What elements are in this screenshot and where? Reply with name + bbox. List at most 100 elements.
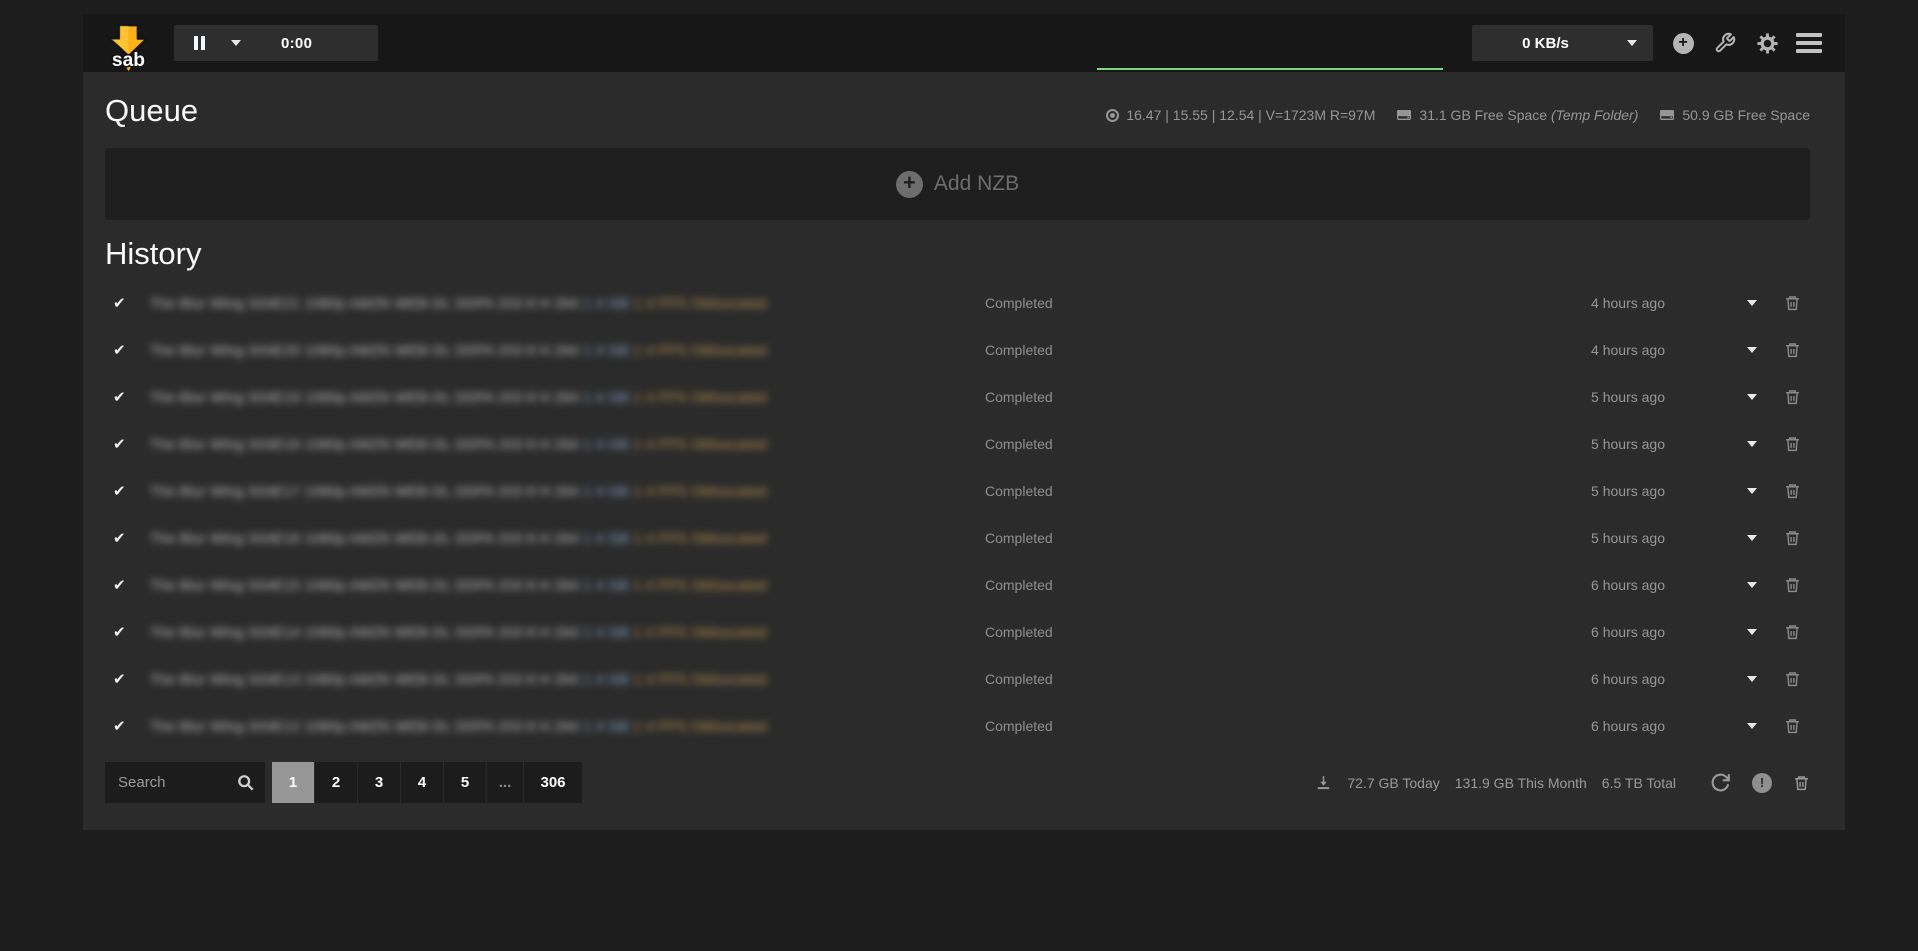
trash-icon (1784, 529, 1801, 547)
add-nzb-dropzone[interactable]: + Add NZB (105, 148, 1810, 220)
page-button-4[interactable]: 4 (401, 762, 443, 803)
stat-month: 131.9 GB This Month (1455, 775, 1587, 791)
refresh-button[interactable] (1710, 772, 1731, 793)
delete-row-button[interactable] (1774, 341, 1810, 359)
history-info-button[interactable]: ! (1752, 773, 1772, 793)
exclamation-circle-icon: ! (1752, 773, 1772, 793)
trash-icon (1793, 774, 1810, 792)
history-row[interactable]: ✔ The Blur Wlng S04E20 1080p AMZN WEB-DL… (105, 326, 1810, 373)
history-row[interactable]: ✔ The Blur Wlng S04E16 1080p AMZN WEB-DL… (105, 514, 1810, 561)
chevron-down-icon (1747, 394, 1757, 400)
history-item-status: Completed (985, 577, 1591, 593)
delete-row-button[interactable] (1774, 294, 1810, 312)
top-bar: sab 0:00 0 KB/s + (83, 14, 1845, 72)
row-actions-dropdown[interactable] (1730, 441, 1774, 447)
page-button-5[interactable]: 5 (444, 762, 486, 803)
check-icon: ✔ (105, 576, 150, 594)
history-item-status: Completed (985, 389, 1591, 405)
history-item-age: 5 hours ago (1591, 436, 1730, 452)
chevron-down-icon (1747, 676, 1757, 682)
trash-icon (1784, 670, 1801, 688)
history-item-age: 6 hours ago (1591, 624, 1730, 640)
history-row[interactable]: ✔ The Blur Wlng S04E12 1080p AMZN WEB-DL… (105, 702, 1810, 749)
chevron-down-icon (1747, 582, 1757, 588)
history-row[interactable]: ✔ The Blur Wlng S04E19 1080p AMZN WEB-DL… (105, 373, 1810, 420)
row-actions-dropdown[interactable] (1730, 582, 1774, 588)
history-item-name: The Blur Wlng S04E18 1080p AMZN WEB-DL D… (150, 436, 985, 452)
queue-title: Queue (105, 93, 198, 129)
page-button-1[interactable]: 1 (272, 762, 314, 803)
chevron-down-icon (1747, 488, 1757, 494)
history-row[interactable]: ✔ The Blur Wlng S04E15 1080p AMZN WEB-DL… (105, 561, 1810, 608)
trash-icon (1784, 717, 1801, 735)
history-title: History (105, 236, 201, 272)
delete-row-button[interactable] (1774, 482, 1810, 500)
sabnzbd-logo-icon[interactable]: sab (105, 22, 152, 72)
temp-free-space: 31.1 GB Free Space (Temp Folder) (1419, 107, 1638, 123)
search-icon[interactable] (235, 772, 256, 798)
queue-control-group: 0:00 (174, 25, 378, 61)
speed-limit-button[interactable]: 0 KB/s (1472, 25, 1653, 61)
history-item-name: The Blur Wlng S04E12 1080p AMZN WEB-DL D… (150, 718, 985, 734)
download-icon (1315, 774, 1332, 791)
hamburger-menu-icon[interactable] (1797, 31, 1821, 55)
page-button-3[interactable]: 3 (358, 762, 400, 803)
check-icon: ✔ (105, 482, 150, 500)
history-item-age: 6 hours ago (1591, 718, 1730, 734)
delete-row-button[interactable] (1774, 435, 1810, 453)
history-row[interactable]: ✔ The Blur Wlng S04E18 1080p AMZN WEB-DL… (105, 420, 1810, 467)
row-actions-dropdown[interactable] (1730, 488, 1774, 494)
chevron-down-icon (1747, 535, 1757, 541)
delete-row-button[interactable] (1774, 670, 1810, 688)
history-list: ✔ The Blur Wlng S04E21 1080p AMZN WEB-DL… (105, 279, 1810, 749)
history-row[interactable]: ✔ The Blur Wlng S04E21 1080p AMZN WEB-DL… (105, 279, 1810, 326)
delete-row-button[interactable] (1774, 388, 1810, 406)
history-header: History (105, 236, 1810, 272)
gear-icon[interactable] (1755, 31, 1779, 55)
history-item-age: 6 hours ago (1591, 577, 1730, 593)
check-icon: ✔ (105, 670, 150, 688)
row-actions-dropdown[interactable] (1730, 535, 1774, 541)
pause-button[interactable] (194, 36, 241, 50)
plus-circle-icon: + (1673, 33, 1694, 54)
page-button-2[interactable]: 2 (315, 762, 357, 803)
plus-circle-icon: + (896, 171, 923, 198)
history-item-name: The Blur Wlng S04E21 1080p AMZN WEB-DL D… (150, 295, 985, 311)
row-actions-dropdown[interactable] (1730, 676, 1774, 682)
row-actions-dropdown[interactable] (1730, 723, 1774, 729)
servers-icon (1106, 109, 1119, 122)
delete-row-button[interactable] (1774, 529, 1810, 547)
search-box (105, 762, 265, 803)
history-item-age: 5 hours ago (1591, 530, 1730, 546)
check-icon: ✔ (105, 294, 150, 312)
add-nzb-button[interactable]: + (1671, 31, 1695, 55)
check-icon: ✔ (105, 341, 150, 359)
pagination: 12345...306 (272, 762, 582, 803)
page-button-306[interactable]: 306 (524, 762, 582, 803)
check-icon: ✔ (105, 388, 150, 406)
pause-icon (194, 36, 205, 50)
row-actions-dropdown[interactable] (1730, 347, 1774, 353)
wrench-icon[interactable] (1713, 31, 1737, 55)
history-item-status: Completed (985, 530, 1591, 546)
history-row[interactable]: ✔ The Blur Wlng S04E14 1080p AMZN WEB-DL… (105, 608, 1810, 655)
history-item-name: The Blur Wlng S04E20 1080p AMZN WEB-DL D… (150, 342, 985, 358)
history-item-status: Completed (985, 624, 1591, 640)
row-actions-dropdown[interactable] (1730, 394, 1774, 400)
delete-row-button[interactable] (1774, 623, 1810, 641)
purge-history-button[interactable] (1793, 774, 1810, 792)
trash-icon (1784, 482, 1801, 500)
hdd-icon (1396, 108, 1412, 122)
history-row[interactable]: ✔ The Blur Wlng S04E17 1080p AMZN WEB-DL… (105, 467, 1810, 514)
disk-free-space: 50.9 GB Free Space (1682, 107, 1810, 123)
row-actions-dropdown[interactable] (1730, 300, 1774, 306)
delete-row-button[interactable] (1774, 576, 1810, 594)
row-actions-dropdown[interactable] (1730, 629, 1774, 635)
chevron-down-icon (231, 40, 241, 46)
history-row[interactable]: ✔ The Blur Wlng S04E13 1080p AMZN WEB-DL… (105, 655, 1810, 702)
history-item-age: 5 hours ago (1591, 389, 1730, 405)
delete-row-button[interactable] (1774, 717, 1810, 735)
history-item-age: 4 hours ago (1591, 342, 1730, 358)
sabnzbd-window: sab 0:00 0 KB/s + (0, 0, 1918, 951)
history-item-status: Completed (985, 295, 1591, 311)
